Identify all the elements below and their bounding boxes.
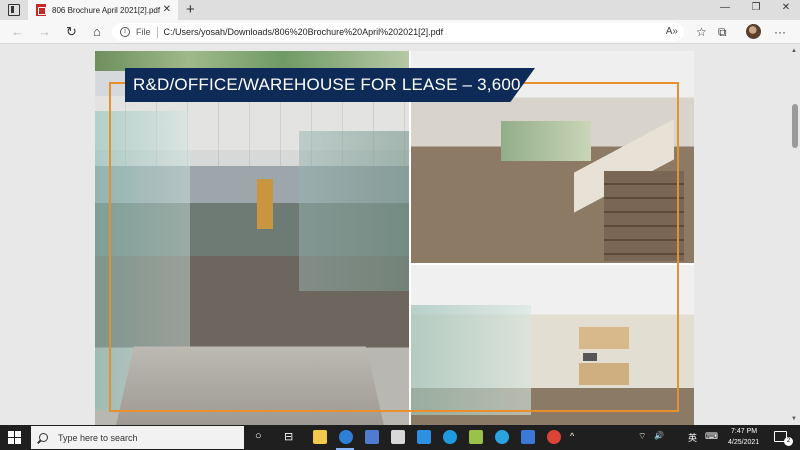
- tab-brochure-pdf[interactable]: 806 Brochure April 2021[2].pdf ✕: [28, 0, 178, 20]
- tab-close-icon[interactable]: ✕: [163, 4, 171, 15]
- title-bar: 806 Brochure April 2021[2].pdf ✕ + — ❐ ✕: [0, 0, 800, 20]
- volume-icon[interactable]: 🔊: [654, 431, 664, 440]
- url-text[interactable]: C:/Users/yosah/Downloads/806%20Brochure%…: [164, 27, 444, 37]
- taskbar: Type here to search ○ ⊟ ^ ⌔ 🔊 英 ⌨ 7:47 P…: [0, 425, 800, 450]
- keyboard-icon[interactable]: ⌨: [705, 431, 718, 442]
- file-explorer-icon[interactable]: [313, 430, 327, 444]
- wifi-icon[interactable]: ⌔: [638, 431, 646, 442]
- language-indicator[interactable]: 英: [688, 431, 697, 444]
- edge-icon[interactable]: [339, 430, 353, 444]
- search-icon: [39, 433, 48, 442]
- skype-icon[interactable]: [443, 430, 457, 444]
- browser-toolbar: ← → ↻ ⌂ i File C:/Users/yosah/Downloads/…: [0, 20, 800, 44]
- profile-avatar[interactable]: [746, 24, 761, 39]
- new-tab-button[interactable]: +: [186, 1, 195, 18]
- cortana-icon[interactable]: ○: [255, 430, 262, 442]
- tab-actions-icon[interactable]: [8, 4, 20, 16]
- task-view-icon[interactable]: ⊟: [284, 430, 293, 443]
- pdf-page: R&D/OFFICE/WAREHOUSE FOR LEASE – 3,600 S…: [95, 51, 694, 425]
- store-icon[interactable]: [365, 430, 379, 444]
- scroll-up-arrow[interactable]: ▲: [791, 48, 797, 54]
- pdf-viewport[interactable]: R&D/OFFICE/WAREHOUSE FOR LEASE – 3,600 S…: [0, 45, 800, 425]
- search-placeholder: Type here to search: [58, 432, 138, 443]
- back-button[interactable]: ←: [11, 24, 24, 39]
- home-button[interactable]: ⌂: [93, 24, 101, 39]
- menu-icon[interactable]: ···: [774, 25, 786, 39]
- chrome-icon[interactable]: [547, 430, 561, 444]
- favorite-star-icon[interactable]: ☆: [696, 25, 707, 39]
- scroll-down-arrow[interactable]: ▼: [791, 416, 797, 422]
- scrollbar-thumb[interactable]: [792, 104, 798, 148]
- forward-button[interactable]: →: [38, 24, 51, 39]
- maximize-button[interactable]: ❐: [749, 2, 763, 13]
- refresh-button[interactable]: ↻: [66, 24, 77, 40]
- info-icon[interactable]: i: [120, 27, 130, 37]
- show-hidden-icons[interactable]: ^: [570, 431, 574, 441]
- security-icon[interactable]: [391, 430, 405, 444]
- separator: [156, 26, 158, 38]
- accent-frame: [109, 82, 679, 412]
- tab-title: 806 Brochure April 2021[2].pdf: [52, 5, 161, 15]
- internet-explorer-icon[interactable]: [417, 430, 431, 444]
- read-aloud-icon[interactable]: A»: [666, 26, 678, 37]
- page-title: R&D/OFFICE/WAREHOUSE FOR LEASE – 3,600 S…: [133, 75, 548, 94]
- mail-icon[interactable]: [521, 430, 535, 444]
- collections-icon[interactable]: ⧉: [718, 25, 727, 40]
- notification-count: 2: [784, 437, 793, 446]
- address-bar[interactable]: i File C:/Users/yosah/Downloads/806%20Br…: [112, 23, 684, 41]
- title-banner: R&D/OFFICE/WAREHOUSE FOR LEASE – 3,600 S…: [125, 68, 535, 102]
- pdf-icon: [36, 4, 46, 16]
- clock-time[interactable]: 7:47 PM: [731, 428, 757, 435]
- close-window-button[interactable]: ✕: [779, 2, 793, 13]
- clock-date[interactable]: 4/25/2021: [728, 439, 759, 446]
- telegram-icon[interactable]: [495, 430, 509, 444]
- minimize-button[interactable]: —: [718, 2, 732, 13]
- taskbar-search-input[interactable]: Type here to search: [31, 426, 244, 449]
- scheme-label: File: [136, 27, 151, 37]
- windows-start-icon[interactable]: [8, 431, 21, 444]
- photos-icon[interactable]: [469, 430, 483, 444]
